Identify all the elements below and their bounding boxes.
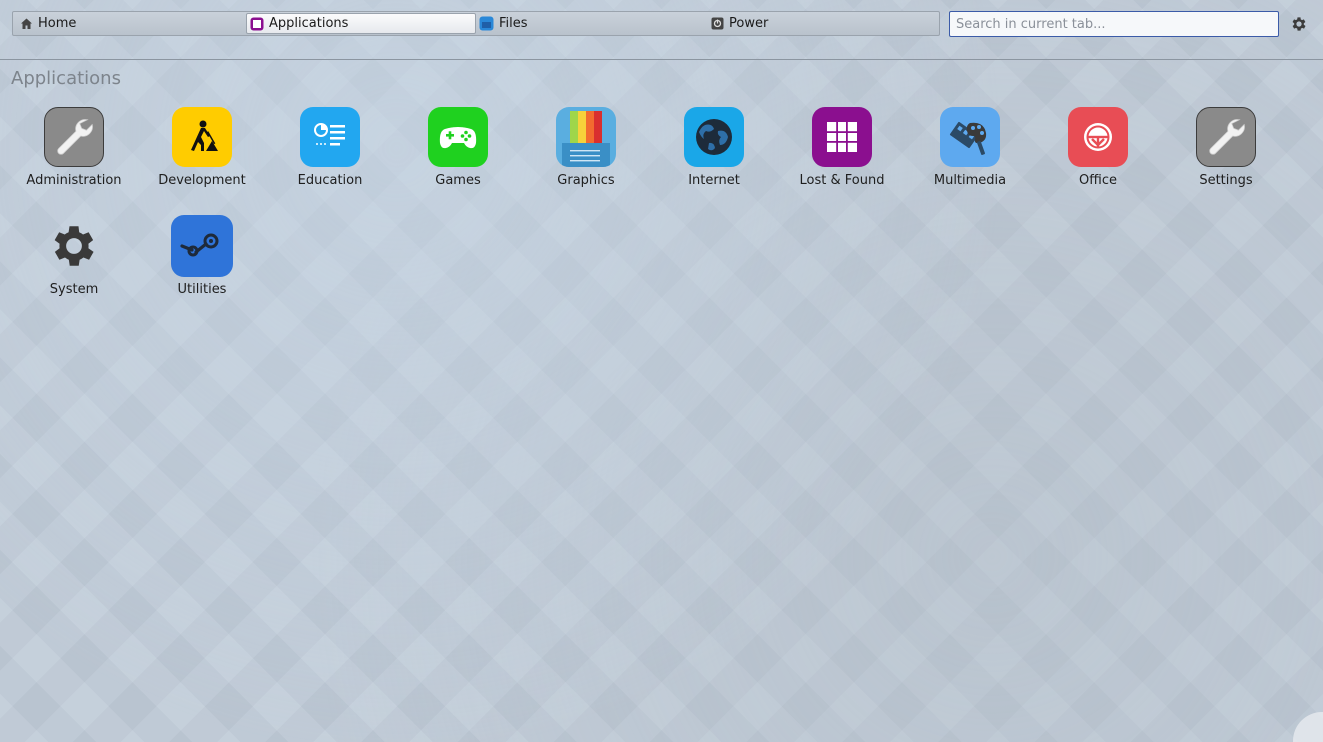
settings-button[interactable] [1289,14,1309,34]
app-office[interactable]: Office [1034,105,1162,188]
app-utilities[interactable]: Utilities [138,214,266,297]
home-icon [20,17,33,30]
app-multimedia[interactable]: Multimedia [906,105,1034,188]
app-administration[interactable]: Administration [10,105,138,188]
gear-icon [1292,17,1306,31]
app-label: Internet [688,173,740,188]
corner-decoration [1293,712,1323,742]
wrench-icon [44,107,104,167]
tab-power-label: Power [729,16,769,31]
app-label: Administration [26,173,122,188]
utilities-icon [171,215,233,277]
search-input[interactable] [949,11,1279,37]
graphics-icon [556,107,616,167]
files-icon [479,16,494,31]
app-development[interactable]: Development [138,105,266,188]
app-label: Office [1079,173,1117,188]
app-education[interactable]: Education [266,105,394,188]
gear-icon [44,216,104,276]
app-label: Graphics [557,173,615,188]
app-label: System [49,282,99,297]
app-games[interactable]: Games [394,105,522,188]
multimedia-icon [940,107,1000,167]
wrench-icon [1196,107,1256,167]
applications-icon [250,17,264,31]
app-label: Lost & Found [799,173,885,188]
app-internet[interactable]: Internet [650,105,778,188]
power-icon [711,17,724,30]
app-lost-and-found[interactable]: Lost & Found [778,105,906,188]
education-icon [300,107,360,167]
app-graphics[interactable]: Graphics [522,105,650,188]
gamepad-icon [428,107,488,167]
tab-bar: Home Applications Files Power [12,11,940,36]
app-settings[interactable]: Settings [1162,105,1290,188]
tab-applications-label: Applications [269,16,349,31]
app-system[interactable]: System [10,214,138,297]
tab-files[interactable]: Files [478,13,708,34]
tab-files-label: Files [499,16,528,31]
app-label: Development [158,173,246,188]
tab-applications[interactable]: Applications [246,13,476,34]
app-label: Education [297,173,363,188]
section-title: Applications [11,68,121,89]
tab-home[interactable]: Home [18,13,248,34]
globe-icon [684,107,744,167]
grid-icon [812,107,872,167]
app-label: Settings [1199,173,1253,188]
app-label: Multimedia [933,173,1007,188]
app-label: Utilities [177,282,227,297]
office-icon [1068,107,1128,167]
tab-power[interactable]: Power [710,13,936,34]
header-divider [0,59,1323,60]
tab-home-label: Home [38,16,77,31]
app-label: Games [435,173,481,188]
construction-worker-icon [172,107,232,167]
